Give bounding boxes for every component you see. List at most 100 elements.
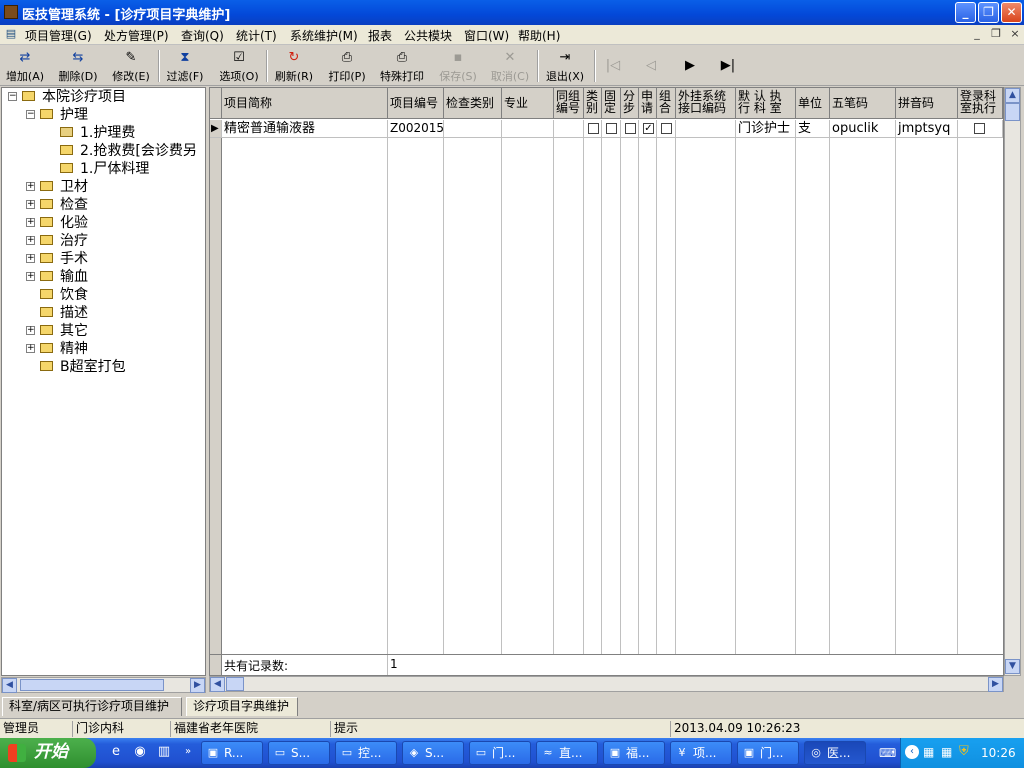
cell-code[interactable]: Z002015 (388, 120, 444, 138)
first-record-button[interactable]: |◁ (603, 48, 623, 84)
next-record-button[interactable]: ▶ (680, 48, 700, 84)
start-button[interactable]: 开始 (0, 738, 96, 768)
refresh-button[interactable]: ↻ 刷新(R) (271, 48, 317, 84)
print-button[interactable]: ⎙ 打印(P) (324, 48, 370, 84)
task-button[interactable]: ▣ 门... (737, 741, 799, 765)
combine-checkbox[interactable] (661, 123, 672, 134)
browser-icon[interactable]: ◉ (132, 744, 148, 760)
cancel-button[interactable]: ✕ 取消(C) (487, 48, 533, 84)
col-header-apply[interactable]: 申 请 (639, 88, 657, 119)
cell-group-no[interactable] (554, 120, 584, 138)
col-header-group-no[interactable]: 同组 编号 (554, 88, 584, 119)
menu-project[interactable]: 项目管理(G) (25, 27, 92, 44)
col-header-wubi[interactable]: 五笔码 (830, 88, 896, 119)
col-header-fixed[interactable]: 固 定 (602, 88, 621, 119)
task-button[interactable]: ◈ S... (402, 741, 464, 765)
scroll-right-icon[interactable]: ▶ (190, 678, 205, 693)
save-button[interactable]: ▪ 保存(S) (435, 48, 481, 84)
filter-button[interactable]: ⧗ 过滤(F) (163, 48, 207, 84)
expand-icon[interactable]: + (26, 326, 35, 335)
scroll-left-icon[interactable]: ◀ (2, 678, 17, 693)
task-button[interactable]: ¥ 项... (670, 741, 732, 765)
menu-reports[interactable]: 报表 (368, 27, 392, 44)
apply-checkbox[interactable]: ✓ (643, 123, 654, 134)
task-button-active[interactable]: ◎ 医... (804, 741, 866, 765)
cell-external-code[interactable] (676, 120, 736, 138)
menu-statistics[interactable]: 统计(T) (236, 27, 277, 44)
col-header-unit[interactable]: 单位 (796, 88, 830, 119)
col-header-login-dept[interactable]: 登录科 室执行 (958, 88, 1003, 119)
close-button[interactable]: ✕ (1001, 2, 1022, 23)
options-button[interactable]: ☑ 选项(O) (217, 48, 261, 84)
collapse-icon[interactable]: − (8, 92, 17, 101)
scroll-thumb[interactable] (226, 677, 244, 691)
col-header-external-code[interactable]: 外挂系统 接口编码 (676, 88, 736, 119)
restore-button[interactable]: ❐ (978, 2, 999, 23)
type-checkbox[interactable] (588, 123, 599, 134)
scroll-down-icon[interactable]: ▼ (1005, 659, 1020, 674)
tree-horizontal-scrollbar[interactable]: ◀ ▶ (1, 677, 206, 693)
col-header-type[interactable]: 类 别 (584, 88, 602, 119)
more-icon[interactable]: » (180, 744, 196, 760)
mdi-close-button[interactable]: × (1008, 27, 1022, 41)
network-icon[interactable]: ▦ (923, 745, 934, 759)
col-header-step[interactable]: 分 步 (621, 88, 639, 119)
cell-wubi[interactable]: opuclik (830, 120, 896, 138)
tab-dept-executable[interactable]: 科室/病区可执行诊疗项目维护 (2, 697, 182, 716)
menu-system[interactable]: 系统维护(M) (290, 27, 358, 44)
scroll-right-icon[interactable]: ▶ (988, 677, 1003, 692)
prev-record-button[interactable]: ◁ (641, 48, 661, 84)
delete-button[interactable]: ⇆ 删除(D) (56, 48, 100, 84)
app-quicklaunch-icon[interactable]: ▥ (156, 744, 172, 760)
tab-dictionary[interactable]: 诊疗项目字典维护 (186, 697, 298, 716)
network-icon[interactable]: ▦ (941, 745, 952, 759)
fixed-checkbox[interactable] (606, 123, 617, 134)
expand-icon[interactable]: + (26, 272, 35, 281)
cell-pinyin[interactable]: jmptsyq (896, 120, 958, 138)
mdi-restore-button[interactable]: ❐ (989, 27, 1003, 41)
show-hidden-icon[interactable]: ‹ (905, 745, 919, 759)
shield-icon[interactable]: ⛨ (959, 744, 969, 759)
last-record-button[interactable]: ▶| (718, 48, 738, 84)
col-header-name[interactable]: 项目简称 (222, 88, 388, 119)
menu-prescription[interactable]: 处方管理(P) (104, 27, 169, 44)
scroll-thumb[interactable] (20, 679, 164, 691)
scroll-up-icon[interactable]: ▲ (1005, 88, 1020, 103)
scroll-left-icon[interactable]: ◀ (210, 677, 225, 692)
minimize-button[interactable]: _ (955, 2, 976, 23)
task-button[interactable]: ▣ R... (201, 741, 263, 765)
menu-common[interactable]: 公共模块 (404, 27, 452, 44)
col-header-default-dept[interactable]: 默 认 执 行 科 室 (736, 88, 796, 119)
login-dept-checkbox[interactable] (974, 123, 985, 134)
cell-name[interactable]: 精密普通输液器 (222, 120, 388, 138)
expand-icon[interactable]: + (26, 236, 35, 245)
cell-unit[interactable]: 支 (796, 120, 830, 138)
task-button[interactable]: ▣ 福... (603, 741, 665, 765)
expand-icon[interactable]: + (26, 218, 35, 227)
col-header-specialty[interactable]: 专业 (502, 88, 554, 119)
task-button[interactable]: ▭ 门... (469, 741, 531, 765)
col-header-code[interactable]: 项目编号 (388, 88, 444, 119)
col-header-pinyin[interactable]: 拼音码 (896, 88, 958, 119)
collapse-icon[interactable]: − (26, 110, 35, 119)
cell-default-dept[interactable]: 门诊护士 (736, 120, 796, 138)
grid-horizontal-scrollbar[interactable]: ◀ ▶ (209, 676, 1004, 692)
menu-help[interactable]: 帮助(H) (518, 27, 560, 44)
step-checkbox[interactable] (625, 123, 636, 134)
ie-icon[interactable]: e (108, 744, 124, 760)
exit-button[interactable]: ⇥ 退出(X) (542, 48, 588, 84)
add-button[interactable]: ⇄ 增加(A) (3, 48, 47, 84)
mdi-minimize-button[interactable]: _ (970, 27, 984, 41)
task-button[interactable]: ≈ 直... (536, 741, 598, 765)
cell-specialty[interactable] (502, 120, 554, 138)
col-header-exam-type[interactable]: 检查类别 (444, 88, 502, 119)
expand-icon[interactable]: + (26, 344, 35, 353)
expand-icon[interactable]: + (26, 200, 35, 209)
menu-query[interactable]: 查询(Q) (181, 27, 224, 44)
menu-window[interactable]: 窗口(W) (464, 27, 509, 44)
special-print-button[interactable]: ⎙ 特殊打印 (376, 48, 428, 84)
scroll-thumb[interactable] (1005, 103, 1020, 121)
task-button[interactable]: ▭ 控... (335, 741, 397, 765)
expand-icon[interactable]: + (26, 254, 35, 263)
cell-exam-type[interactable] (444, 120, 502, 138)
